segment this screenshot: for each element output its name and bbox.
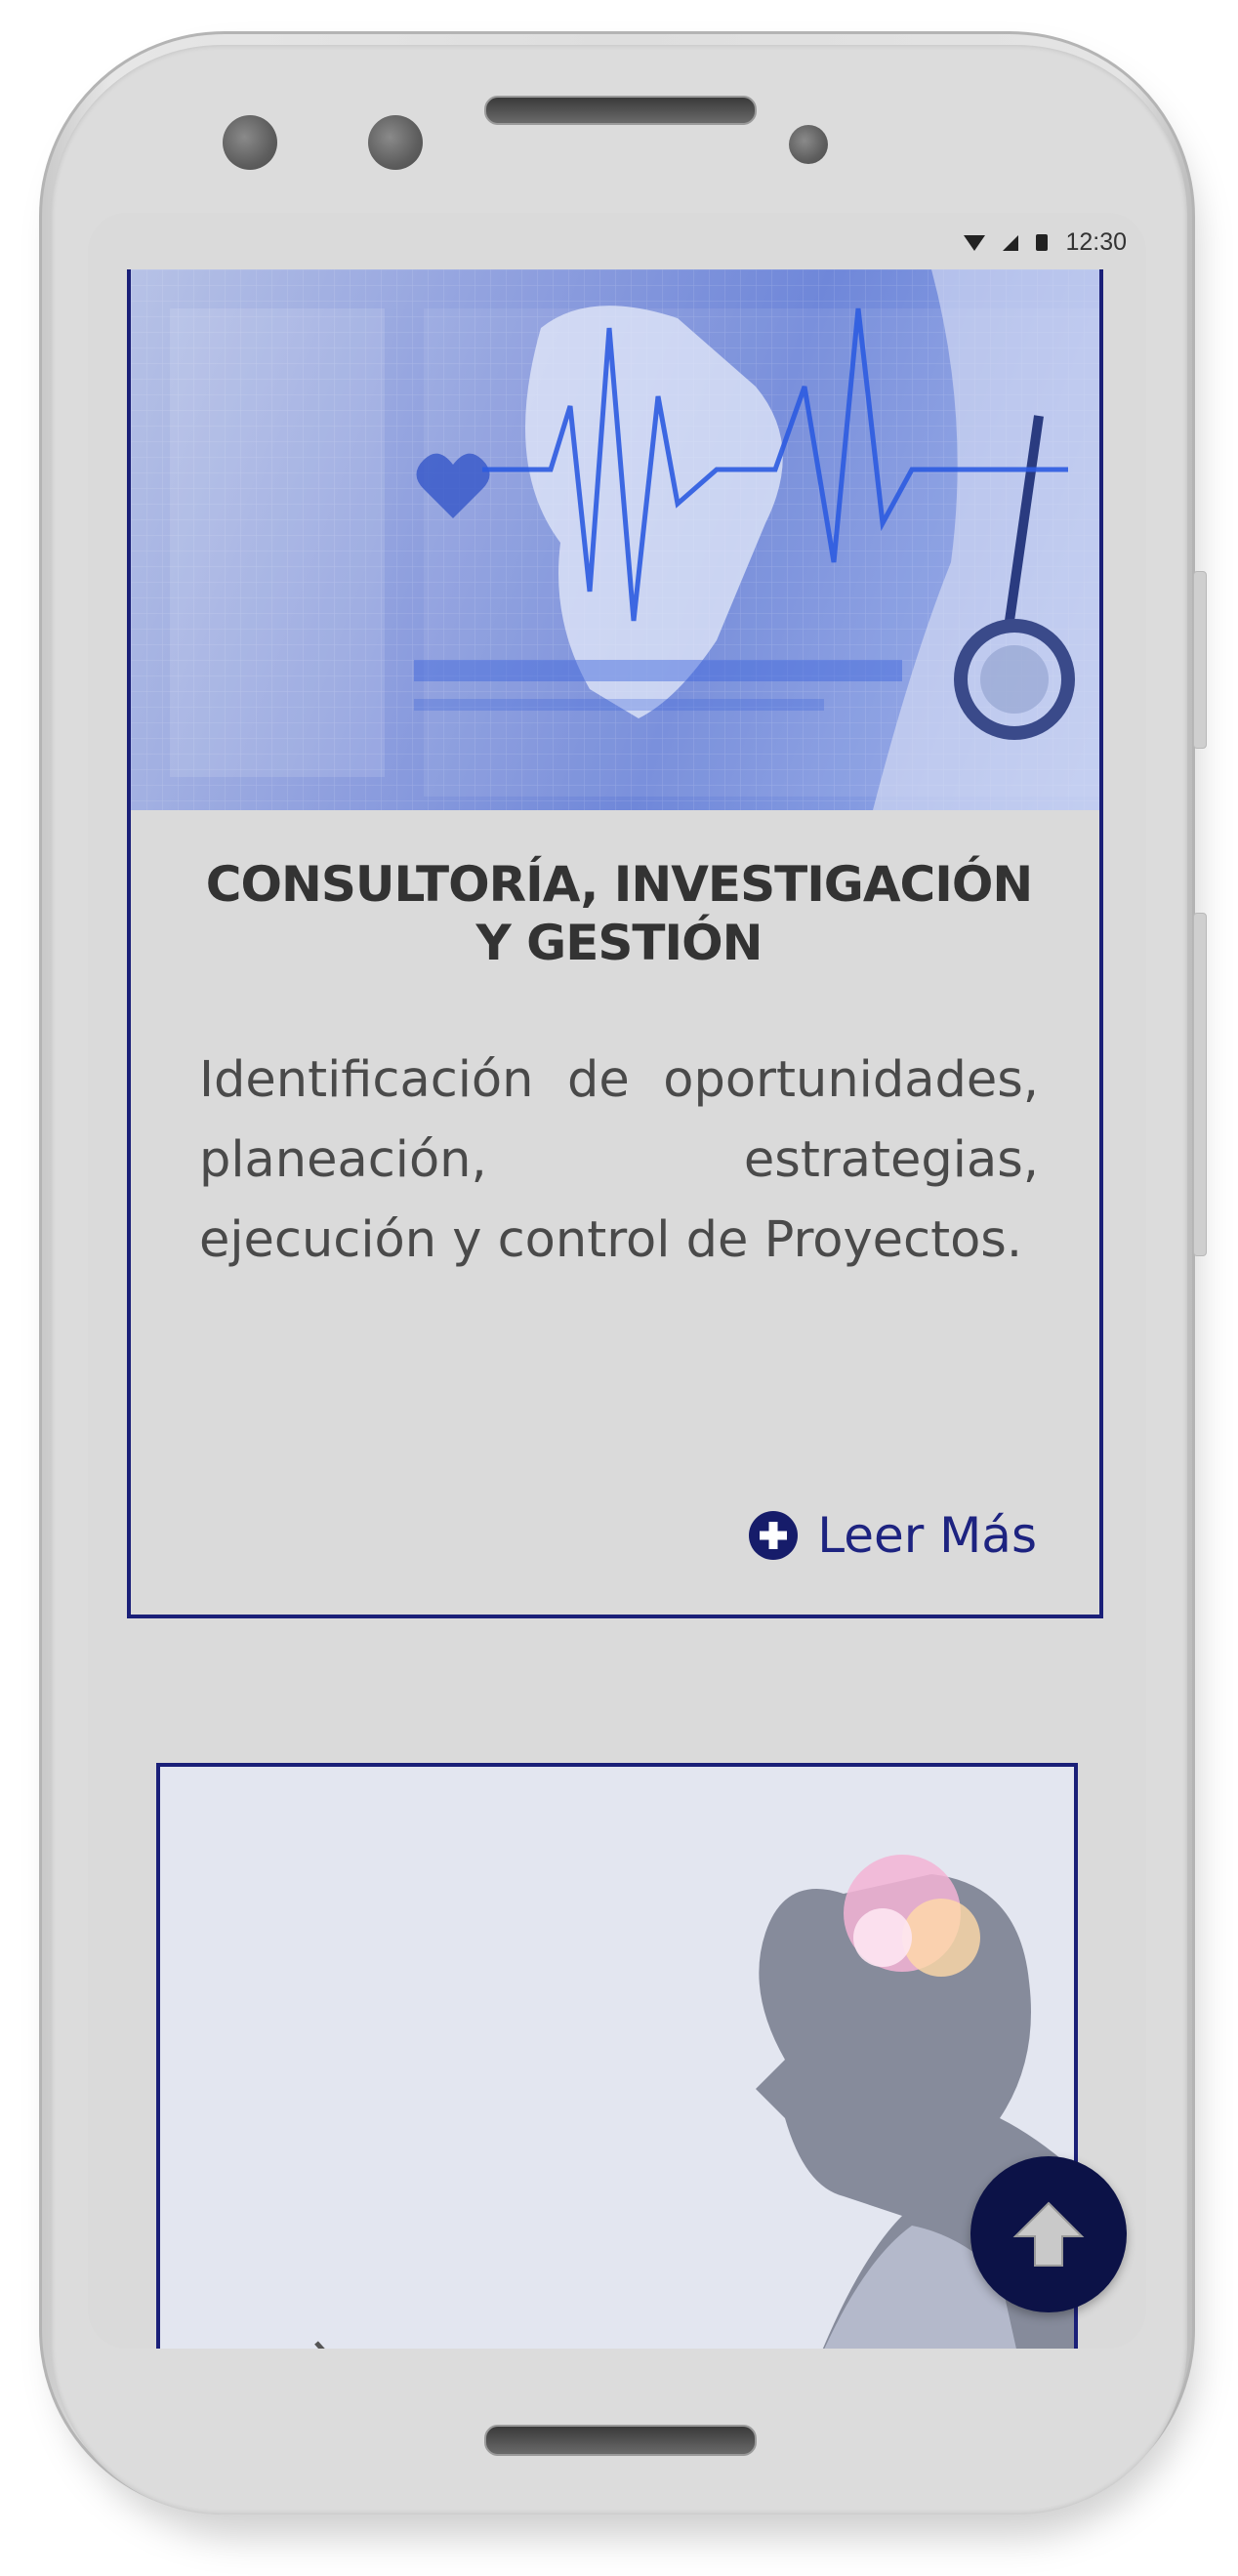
heartbeat-illustration bbox=[131, 269, 1099, 810]
status-bar: 12:30 bbox=[88, 213, 1146, 269]
man-brain-glow-image bbox=[160, 1767, 1074, 2349]
bottom-speaker bbox=[484, 2425, 757, 2456]
wifi-icon bbox=[964, 234, 986, 251]
scroll-top-button[interactable] bbox=[970, 2156, 1127, 2312]
proximity-sensor-icon bbox=[789, 125, 828, 164]
read-more-label: Leer Más bbox=[817, 1507, 1037, 1564]
service-card-consultoria: CONSULTORÍA, INVESTIGACIÓN Y GESTIÓN Ide… bbox=[127, 269, 1103, 1618]
signal-icon bbox=[1003, 234, 1019, 251]
power-button bbox=[1193, 913, 1207, 1256]
read-more-link[interactable]: Leer Más bbox=[749, 1507, 1037, 1564]
volume-button bbox=[1193, 571, 1207, 749]
service-card-2 bbox=[156, 1763, 1078, 2349]
earpiece-speaker bbox=[484, 96, 757, 125]
arrow-up-icon bbox=[1012, 2201, 1085, 2267]
heartbeat-medical-image bbox=[131, 269, 1099, 810]
screen: 12:30 CONSULTORÍA, INVESTIGACIÓN Y GESTI… bbox=[88, 213, 1146, 2349]
plus-circle-icon bbox=[749, 1511, 799, 1560]
status-time: 12:30 bbox=[1065, 228, 1127, 256]
card-description: Identificación de oportunidades, planeac… bbox=[199, 1051, 1039, 1269]
sensor-icon bbox=[368, 115, 423, 170]
card-title: CONSULTORÍA, INVESTIGACIÓN Y GESTIÓN bbox=[205, 856, 1033, 971]
front-camera-icon bbox=[223, 115, 277, 170]
battery-icon bbox=[1036, 234, 1049, 251]
